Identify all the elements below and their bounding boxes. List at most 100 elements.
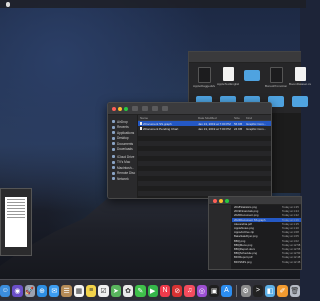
- sidebar-item-icon: [112, 147, 115, 151]
- file-item[interactable]: AppleFlaggedshot...png: [193, 67, 215, 89]
- sidebar-item-label: Recents: [117, 125, 129, 130]
- file-name-text: 2Document Pending Chart: [143, 126, 179, 131]
- column-size[interactable]: Size: [234, 116, 246, 120]
- menu-bar: [0, 0, 306, 8]
- sidebar-item-label: Desktop: [117, 136, 129, 141]
- file-name-text: BFFSMIS.png: [234, 259, 252, 264]
- sidebar-item-label: Applications: [117, 130, 135, 135]
- document-icon: [222, 67, 234, 81]
- document-icon: [140, 127, 142, 130]
- document-icon: [197, 67, 211, 83]
- column-date[interactable]: Date Modified: [198, 116, 234, 120]
- list-item[interactable]: BFFSMIS.png Today at 12:45: [232, 259, 301, 264]
- preview-icon[interactable]: ◧: [265, 284, 276, 297]
- launchpad-icon[interactable]: 🚀: [24, 284, 35, 297]
- zoom-button-2[interactable]: [225, 198, 229, 203]
- folder-icon: [292, 95, 308, 107]
- window-titlebar-2: [209, 197, 301, 205]
- terminal-icon[interactable]: >: [252, 284, 264, 297]
- sidebar-item-icon: [112, 166, 115, 170]
- finder-toolbar: [189, 52, 301, 63]
- sidebar-item-icon: [112, 142, 115, 146]
- calendar-icon[interactable]: ▦: [73, 284, 85, 297]
- minimize-button[interactable]: [118, 106, 122, 111]
- tv-icon[interactable]: ▣: [209, 284, 220, 297]
- dock-separator: [235, 284, 237, 297]
- app-store-icon[interactable]: A: [221, 284, 232, 297]
- table-row[interactable]: 2Document Pending Chart Jan 13, 2019 at 7…: [138, 126, 271, 131]
- sidebar-item[interactable]: Downloads: [108, 147, 137, 153]
- column-kind[interactable]: Kind: [246, 116, 271, 120]
- file-item[interactable]: BonusPromotion...png: [265, 67, 287, 89]
- date-cell: Jan 13, 2019 at 7:00 PM: [198, 121, 231, 126]
- contacts-icon[interactable]: ☰: [61, 284, 72, 297]
- sidebar-item-label: Network: [117, 176, 129, 181]
- maps-icon[interactable]: ➤: [110, 284, 121, 297]
- finder-sidebar: AirDrop Recents Applications Desktop Documen…: [108, 115, 137, 198]
- zoom-button[interactable]: [124, 106, 128, 111]
- file-name-cell: 2Document Pending Chart: [138, 127, 198, 131]
- podcasts-icon[interactable]: ◎: [196, 284, 208, 297]
- table-row[interactable]: 2Document SS.graph Jan 13, 2019 at 7:00 P…: [138, 121, 271, 126]
- system-preferences-icon[interactable]: ⚙: [240, 284, 251, 297]
- document-icon: [269, 67, 283, 83]
- sidebar-item-icon: [112, 125, 115, 129]
- kind-cell: Graphic Com...: [246, 121, 267, 126]
- file-name-cell: 2Document SS.graph: [138, 122, 198, 126]
- notes-icon[interactable]: ≡: [86, 284, 97, 297]
- finder-window-list: AirDrop Recents Applications Desktop Documen…: [107, 102, 272, 199]
- document-icon: [140, 122, 142, 125]
- sidebar-item-label: iCloud Drive: [117, 154, 135, 159]
- folder-icon: [244, 70, 260, 81]
- sidebar-item-icon: [112, 160, 115, 164]
- trash-icon[interactable]: 🗑: [289, 284, 300, 297]
- column-name[interactable]: Name: [138, 116, 198, 120]
- kind-cell: Graphic Com...: [246, 126, 267, 131]
- close-button[interactable]: [112, 106, 116, 111]
- minimize-button-2[interactable]: [219, 198, 223, 203]
- sidebar-item-icon: [112, 131, 115, 135]
- sidebar-item-label: Remote Disc: [117, 171, 136, 176]
- sidebar-item-label: Documents: [117, 141, 134, 146]
- apple-menu-icon[interactable]: [6, 1, 10, 7]
- mail-icon[interactable]: ✉: [49, 284, 60, 297]
- file-icon-row: AppleFlaggedshot...pngAppleTextEnglish..…: [189, 63, 311, 89]
- date-cell: Today at 12:45: [282, 259, 301, 264]
- siri-icon[interactable]: ◉: [12, 284, 23, 297]
- size-cell: 24 KB: [234, 126, 243, 131]
- sidebar-item-label: Downloads: [117, 147, 133, 152]
- file-label: AppleTextEnglish...png: [217, 83, 239, 86]
- sidebar-item[interactable]: Network: [108, 176, 137, 182]
- preview-window: [0, 188, 32, 256]
- photos-icon[interactable]: ✿: [122, 284, 134, 297]
- file-item[interactable]: AppleTextEnglish...png: [217, 67, 239, 89]
- finder-window-list-2: 2018Statistics.png Today at 1:25 2019Finan…: [208, 196, 302, 270]
- view-mode-button[interactable]: [152, 106, 158, 111]
- pages-icon[interactable]: ✐: [277, 284, 288, 297]
- sidebar-item-label: Macintosh...: [117, 165, 135, 170]
- back-button[interactable]: [132, 106, 138, 111]
- file-label: AppleFlaggedshot...png: [193, 85, 215, 88]
- file-list-2: 2018Statistics.png Today at 1:25 2019Finan…: [232, 205, 301, 264]
- no-entry-icon[interactable]: ⊘: [172, 284, 183, 297]
- date-cell: Jan 13, 2019 at 7:00 PM: [198, 126, 231, 131]
- finder-sidebar-2: [209, 205, 231, 269]
- document-icon: [294, 67, 306, 81]
- sidebar-item-icon: [112, 171, 115, 175]
- news-icon[interactable]: N: [159, 284, 171, 297]
- file-list: Name Date Modified Size Kind 2Document S…: [138, 115, 271, 198]
- size-cell: 56 KB: [234, 121, 243, 126]
- music-icon[interactable]: ♫: [184, 284, 195, 297]
- messages-icon[interactable]: ✎: [135, 284, 146, 297]
- close-button-2[interactable]: [213, 198, 217, 203]
- file-item[interactable]: BoomDataset.csv: [289, 67, 311, 89]
- reminders-icon[interactable]: ☑: [98, 284, 109, 297]
- forward-button[interactable]: [142, 106, 148, 111]
- sidebar-item-icon: [112, 177, 115, 181]
- action-button[interactable]: [162, 106, 168, 111]
- file-item[interactable]: [243, 67, 261, 89]
- safari-icon[interactable]: ⊕: [36, 284, 48, 297]
- finder-icon[interactable]: ☺: [0, 284, 11, 297]
- facetime-icon[interactable]: ▶: [147, 284, 158, 297]
- folder-item[interactable]: [291, 93, 309, 109]
